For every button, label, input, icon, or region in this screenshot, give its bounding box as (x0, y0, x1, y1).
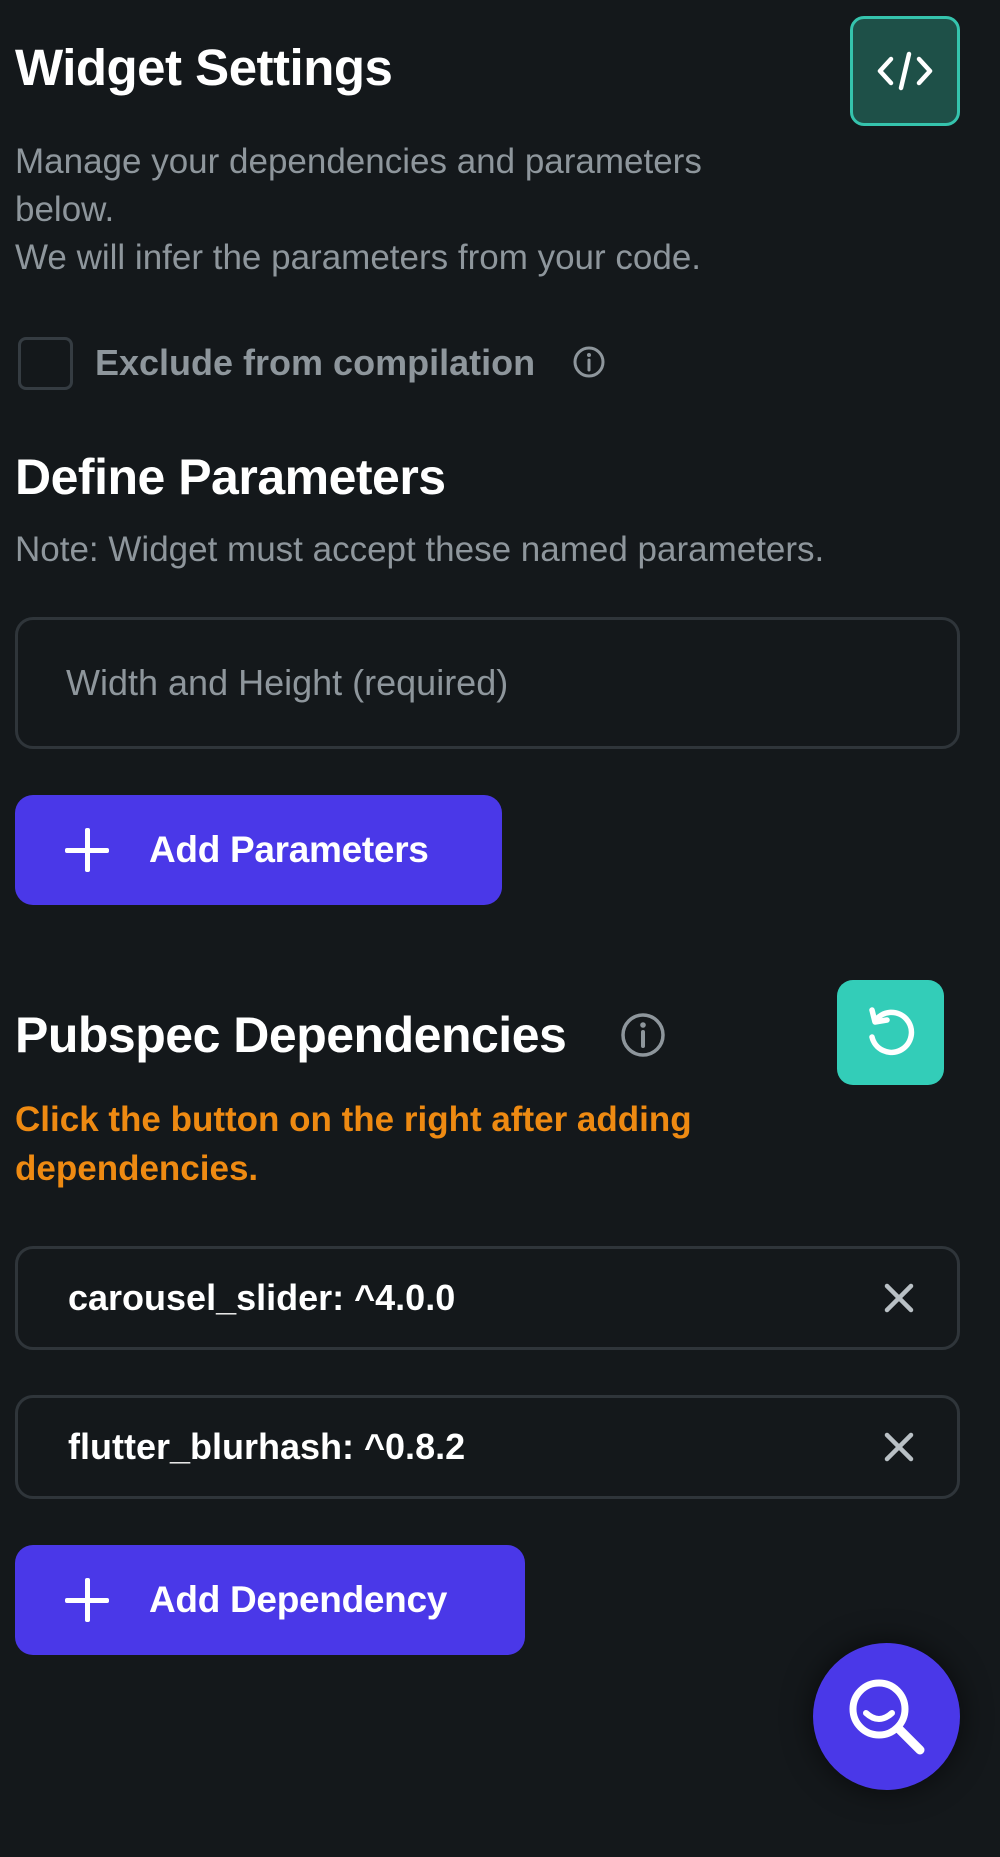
parameters-note: Note: Widget must accept these named par… (15, 530, 825, 569)
dependency-chip: flutter_blurhash: ^0.8.2 (15, 1395, 960, 1499)
exclude-label: Exclude from compilation (95, 342, 536, 383)
code-icon (877, 51, 933, 91)
search-fab[interactable] (813, 1643, 960, 1790)
exclude-checkbox[interactable] (18, 337, 73, 390)
refresh-dependencies-button[interactable] (837, 980, 944, 1085)
description-line: Manage your dependencies and parameters (15, 142, 702, 181)
warning-line: dependencies. (15, 1149, 259, 1188)
define-parameters-heading: Define Parameters (15, 449, 446, 505)
settings-description: Manage your dependencies and parameters … (15, 138, 815, 282)
description-line: below. (15, 190, 115, 229)
search-icon (849, 1679, 924, 1754)
close-icon[interactable] (881, 1429, 917, 1465)
dependency-chip: carousel_slider: ^4.0.0 (15, 1246, 960, 1350)
add-parameters-label: Add Parameters (149, 829, 429, 870)
info-icon[interactable] (619, 1011, 667, 1059)
dependency-label: carousel_slider: ^4.0.0 (68, 1277, 456, 1318)
dependency-label: flutter_blurhash: ^0.8.2 (68, 1426, 466, 1467)
plus-icon (65, 828, 109, 872)
warning-line: Click the button on the right after addi… (15, 1100, 692, 1139)
add-dependency-button[interactable]: Add Dependency (15, 1545, 525, 1655)
pubspec-dependencies-heading: Pubspec Dependencies (15, 1007, 567, 1063)
refresh-icon (868, 1006, 914, 1055)
code-view-button[interactable] (850, 16, 960, 126)
add-dependency-label: Add Dependency (149, 1579, 448, 1620)
close-icon[interactable] (881, 1280, 917, 1316)
description-line: We will infer the parameters from your c… (15, 238, 702, 277)
info-icon[interactable] (572, 345, 606, 379)
add-parameters-button[interactable]: Add Parameters (15, 795, 502, 905)
parameter-input[interactable] (15, 617, 960, 749)
dependencies-warning: Click the button on the right after addi… (15, 1095, 835, 1193)
plus-icon (65, 1578, 109, 1622)
page-title: Widget Settings (15, 39, 393, 96)
